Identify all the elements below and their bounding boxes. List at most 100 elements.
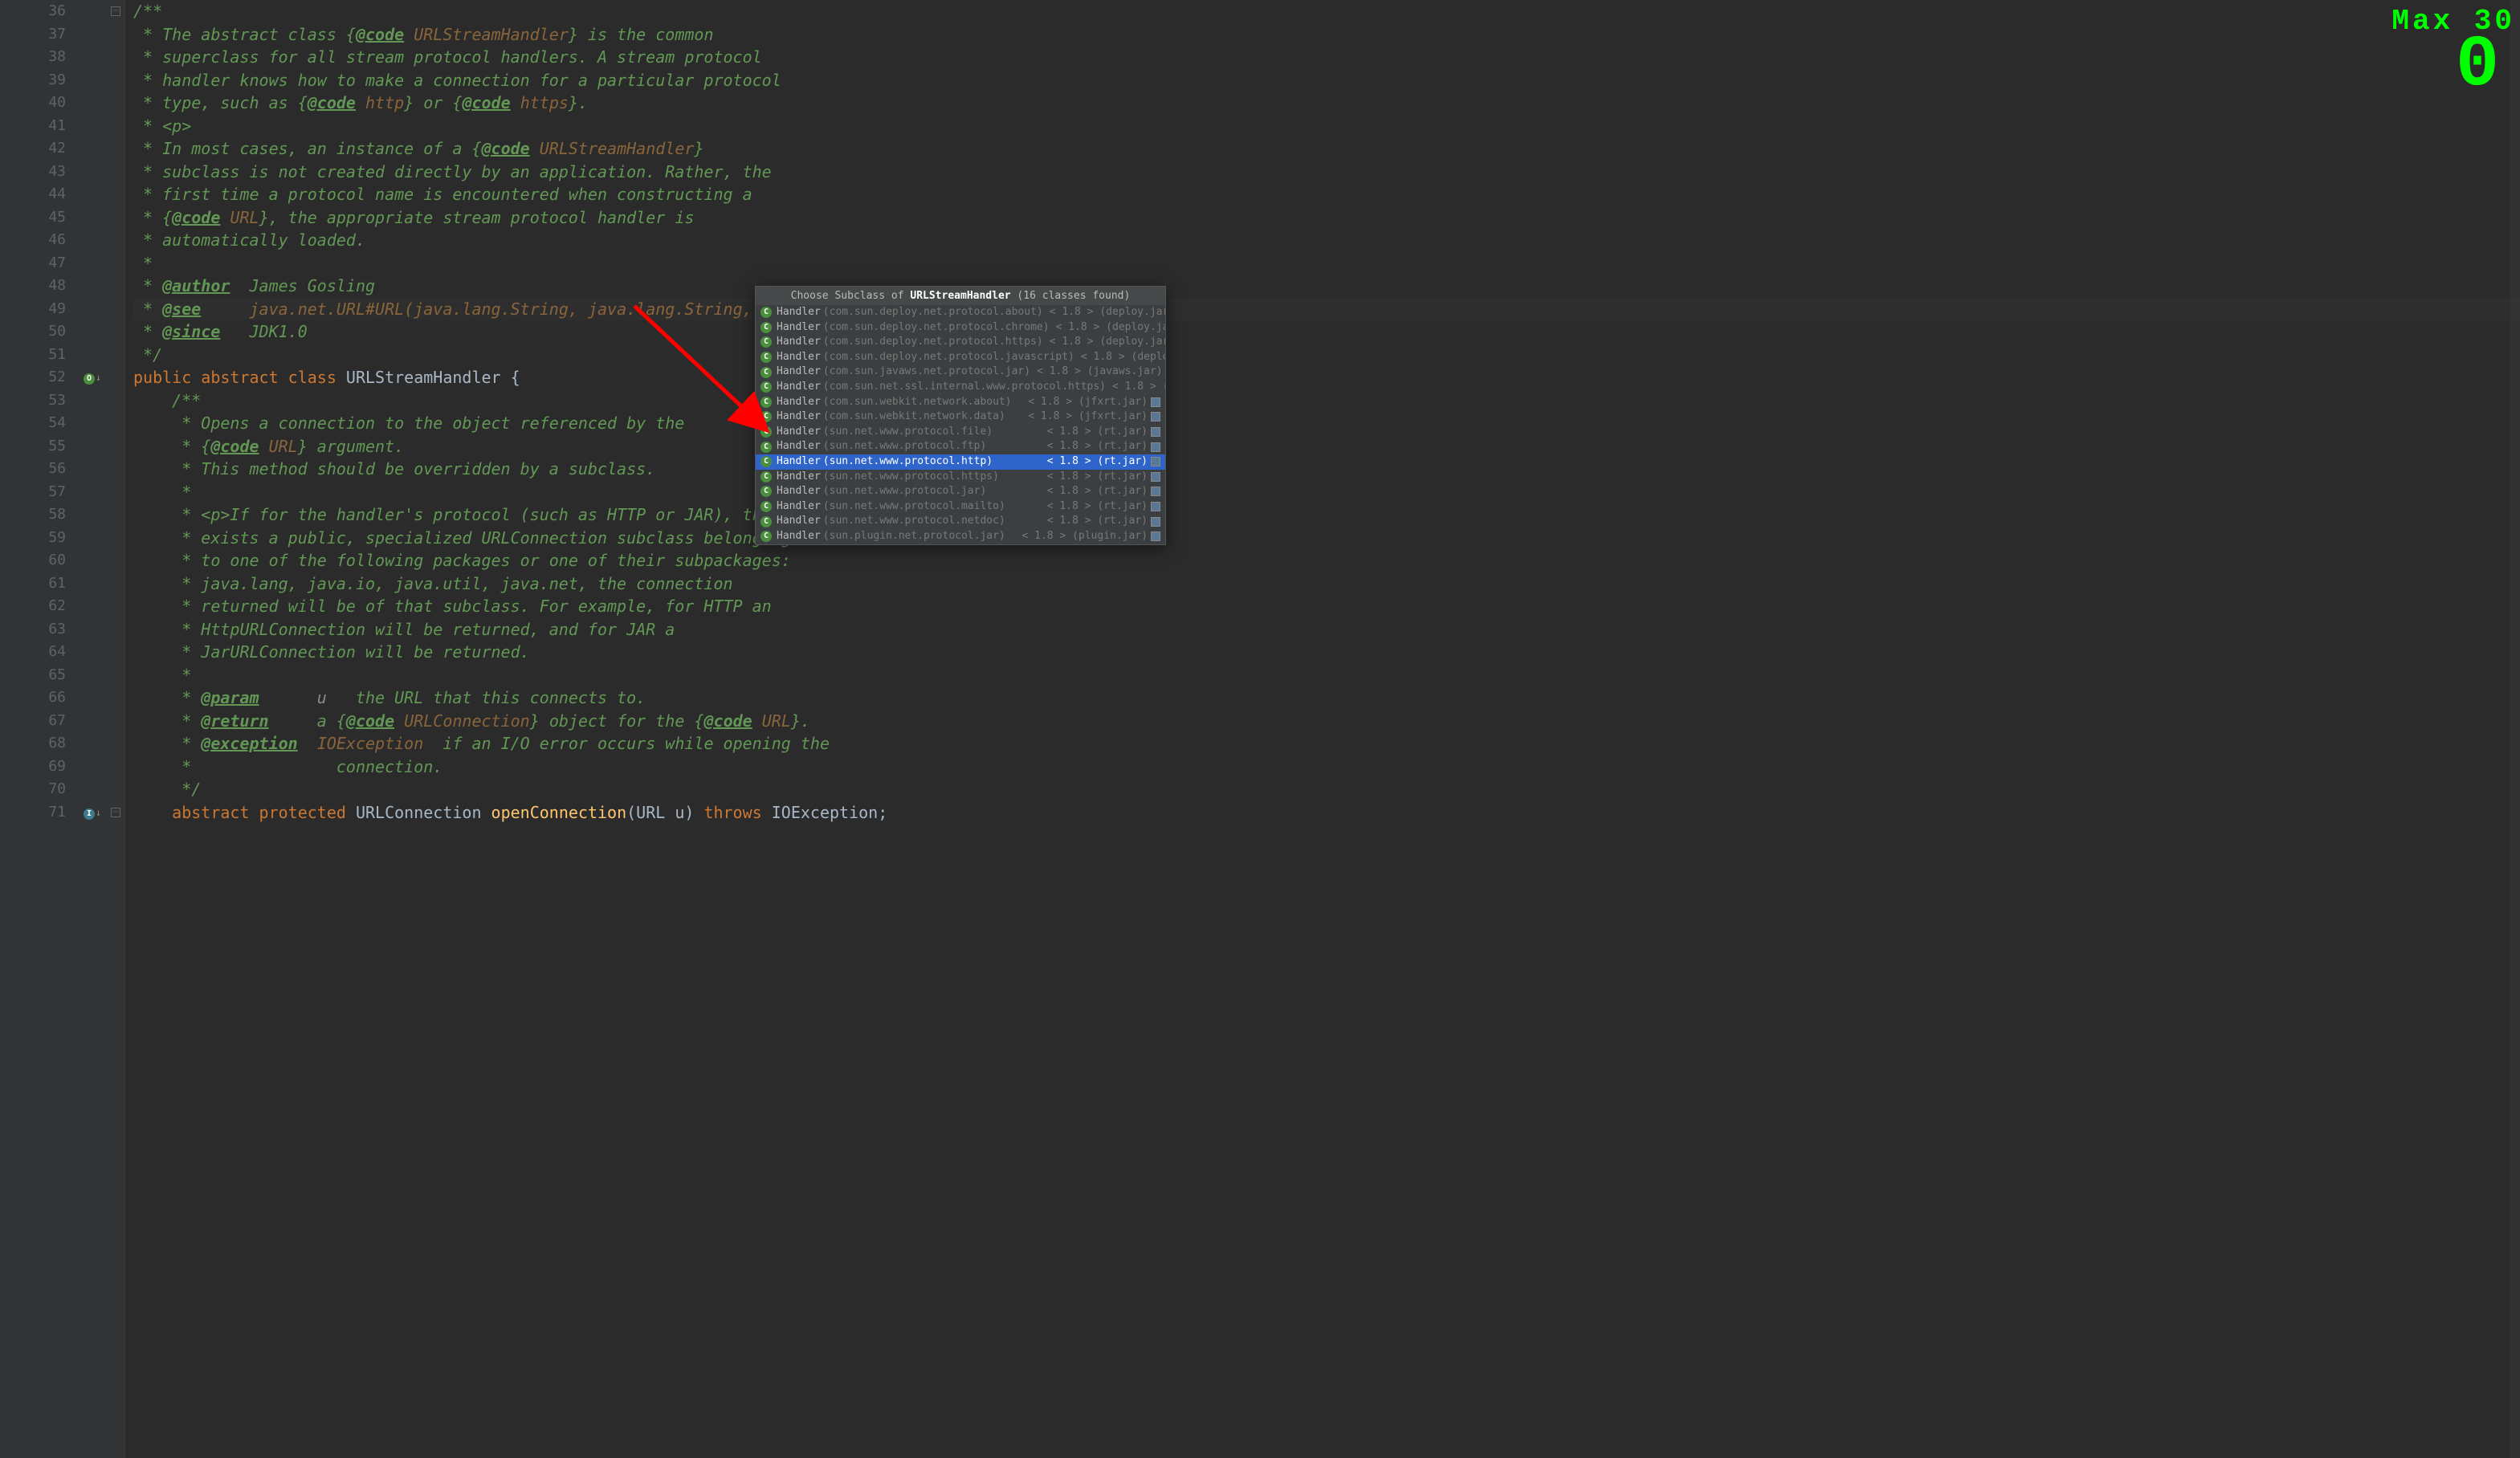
package-path: (sun.plugin.net.protocol.jar) <box>823 529 1005 544</box>
line-number: 43 <box>0 161 66 184</box>
code-line[interactable]: /** <box>133 389 2520 413</box>
code-line[interactable]: * <box>133 481 2520 504</box>
package-path: (sun.net.www.protocol.netdoc) <box>823 514 1005 529</box>
code-line[interactable]: * handler knows how to make a connection… <box>133 69 2520 92</box>
subclass-list-item[interactable]: CHandler(sun.net.www.protocol.ftp)< 1.8 … <box>756 439 1165 454</box>
code-line[interactable]: * automatically loaded. <box>133 229 2520 252</box>
code-line[interactable]: * exists a public, specialized URLConnec… <box>133 527 2520 550</box>
code-line[interactable]: abstract protected URLConnection openCon… <box>133 801 2520 825</box>
code-line[interactable]: * JarURLConnection will be returned. <box>133 641 2520 664</box>
class-icon: C <box>760 442 772 453</box>
library-version: < 1.8 > (jfxrt.jar) <box>1021 395 1148 410</box>
code-line[interactable]: * returned will be of that subclass. For… <box>133 595 2520 618</box>
code-line[interactable]: * <box>133 252 2520 275</box>
line-number: 63 <box>0 618 66 641</box>
code-line[interactable]: * superclass for all stream protocol han… <box>133 46 2520 69</box>
code-line[interactable]: * @since JDK1.0 <box>133 320 2520 344</box>
vertical-scrollbar[interactable] <box>2510 0 2520 1458</box>
fold-toggle[interactable]: − <box>111 808 120 817</box>
subclass-list-item[interactable]: CHandler(sun.net.www.protocol.jar)< 1.8 … <box>756 484 1165 499</box>
popup-title-suffix: (16 classes found) <box>1011 290 1131 302</box>
code-line[interactable]: * @exception IOException if an I/O error… <box>133 732 2520 755</box>
library-icon <box>1151 472 1160 482</box>
line-number: 37 <box>0 23 66 47</box>
code-line[interactable]: public abstract class URLStreamHandler { <box>133 366 2520 389</box>
library-icon <box>1151 517 1160 527</box>
class-name: Handler <box>777 350 821 365</box>
package-path: (sun.net.www.protocol.http) <box>823 454 993 470</box>
line-number: 50 <box>0 320 66 344</box>
code-line[interactable]: * subclass is not created directly by an… <box>133 161 2520 184</box>
package-path: (com.sun.net.ssl.internal.www.protocol.h… <box>823 380 1106 395</box>
popup-title-classname: URLStreamHandler <box>910 290 1010 302</box>
package-path: (sun.net.www.protocol.https) <box>823 470 999 485</box>
code-line[interactable]: * @return a {@code URLConnection} object… <box>133 710 2520 733</box>
subclass-list-item[interactable]: CHandler(com.sun.net.ssl.internal.www.pr… <box>756 380 1165 395</box>
class-name: Handler <box>777 425 821 440</box>
line-number: 42 <box>0 137 66 161</box>
line-number: 66 <box>0 686 66 710</box>
gutter-markers: O↓ I↓ <box>80 0 109 1458</box>
code-line[interactable]: */ <box>133 778 2520 801</box>
code-line[interactable]: * to one of the following packages or on… <box>133 549 2520 572</box>
fold-toggle[interactable]: − <box>111 6 120 16</box>
class-name: Handler <box>777 439 821 454</box>
code-line[interactable]: * type, such as {@code http} or {@code h… <box>133 92 2520 115</box>
subclass-list-item[interactable]: CHandler(com.sun.deploy.net.protocol.chr… <box>756 320 1165 336</box>
class-icon: C <box>760 411 772 422</box>
library-version: < 1.8 > (rt.jar) <box>1041 454 1148 470</box>
code-line[interactable]: * <p>If for the handler's protocol (such… <box>133 503 2520 527</box>
popup-title-prefix: Choose Subclass of <box>791 290 911 302</box>
class-name: Handler <box>777 335 821 350</box>
line-number: 59 <box>0 527 66 550</box>
class-icon: C <box>760 516 772 527</box>
choose-subclass-popup[interactable]: Choose Subclass of URLStreamHandler (16 … <box>755 286 1166 545</box>
subclass-list-item[interactable]: CHandler(sun.net.www.protocol.mailto)< 1… <box>756 499 1165 515</box>
class-name: Handler <box>777 380 821 395</box>
subclass-list-item[interactable]: CHandler(sun.net.www.protocol.file)< 1.8… <box>756 425 1165 440</box>
code-line[interactable]: * {@code URL} argument. <box>133 435 2520 458</box>
code-line[interactable]: * HttpURLConnection will be returned, an… <box>133 618 2520 641</box>
package-path: (com.sun.webkit.network.data) <box>823 409 1005 425</box>
library-icon <box>1151 427 1160 437</box>
package-path: (sun.net.www.protocol.jar) <box>823 484 987 499</box>
code-line[interactable]: * Opens a connection to the object refer… <box>133 412 2520 435</box>
code-line[interactable]: * <box>133 664 2520 687</box>
class-name: Handler <box>777 305 821 320</box>
implement-gutter-icon[interactable]: I↓ <box>84 805 103 820</box>
subclass-list-item[interactable]: CHandler(sun.net.www.protocol.netdoc)< 1… <box>756 514 1165 529</box>
line-number: 60 <box>0 549 66 572</box>
code-line[interactable]: * @author James Gosling <box>133 275 2520 298</box>
code-line[interactable]: */ <box>133 344 2520 367</box>
subclass-list-item[interactable]: CHandler(com.sun.javaws.net.protocol.jar… <box>756 364 1165 380</box>
class-icon: C <box>760 501 772 512</box>
subclass-list-item[interactable]: CHandler(com.sun.deploy.net.protocol.jav… <box>756 350 1165 365</box>
subclass-list-item[interactable]: CHandler(com.sun.webkit.network.data)< 1… <box>756 409 1165 425</box>
subclass-list-item[interactable]: CHandler(sun.net.www.protocol.https)< 1.… <box>756 470 1165 485</box>
badge-count: 0 <box>2392 38 2499 94</box>
code-line[interactable]: * The abstract class {@code URLStreamHan… <box>133 23 2520 47</box>
popup-list[interactable]: CHandler(com.sun.deploy.net.protocol.abo… <box>756 305 1165 544</box>
subclass-list-item[interactable]: CHandler(com.sun.deploy.net.protocol.htt… <box>756 335 1165 350</box>
subclass-list-item[interactable]: CHandler(sun.plugin.net.protocol.jar)< 1… <box>756 529 1165 544</box>
code-line[interactable]: * @param u the URL that this connects to… <box>133 686 2520 710</box>
subclass-list-item[interactable]: CHandler(com.sun.deploy.net.protocol.abo… <box>756 305 1165 320</box>
fold-column[interactable]: −− <box>109 0 125 1458</box>
code-line[interactable]: * {@code URL}, the appropriate stream pr… <box>133 206 2520 230</box>
code-line[interactable]: * This method should be overridden by a … <box>133 458 2520 481</box>
code-line[interactable]: * <p> <box>133 115 2520 138</box>
package-path: (sun.net.www.protocol.mailto) <box>823 499 1005 515</box>
code-line[interactable]: * java.lang, java.io, java.util, java.ne… <box>133 572 2520 596</box>
subclass-list-item[interactable]: CHandler(com.sun.webkit.network.about)< … <box>756 395 1165 410</box>
code-area[interactable]: /** * The abstract class {@code URLStrea… <box>125 0 2520 1458</box>
class-name: Handler <box>777 484 821 499</box>
code-line[interactable]: /** <box>133 0 2520 23</box>
code-line[interactable]: * first time a protocol name is encounte… <box>133 183 2520 206</box>
line-number: 70 <box>0 778 66 801</box>
code-line[interactable]: * connection. <box>133 755 2520 779</box>
code-editor[interactable]: 3637383940414243444546474849505152535455… <box>0 0 2520 1458</box>
override-gutter-icon[interactable]: O↓ <box>84 370 103 385</box>
code-line[interactable]: * @see java.net.URL#URL(java.lang.String… <box>133 298 2520 321</box>
code-line[interactable]: * In most cases, an instance of a {@code… <box>133 137 2520 161</box>
subclass-list-item[interactable]: CHandler(sun.net.www.protocol.http)< 1.8… <box>756 454 1165 470</box>
